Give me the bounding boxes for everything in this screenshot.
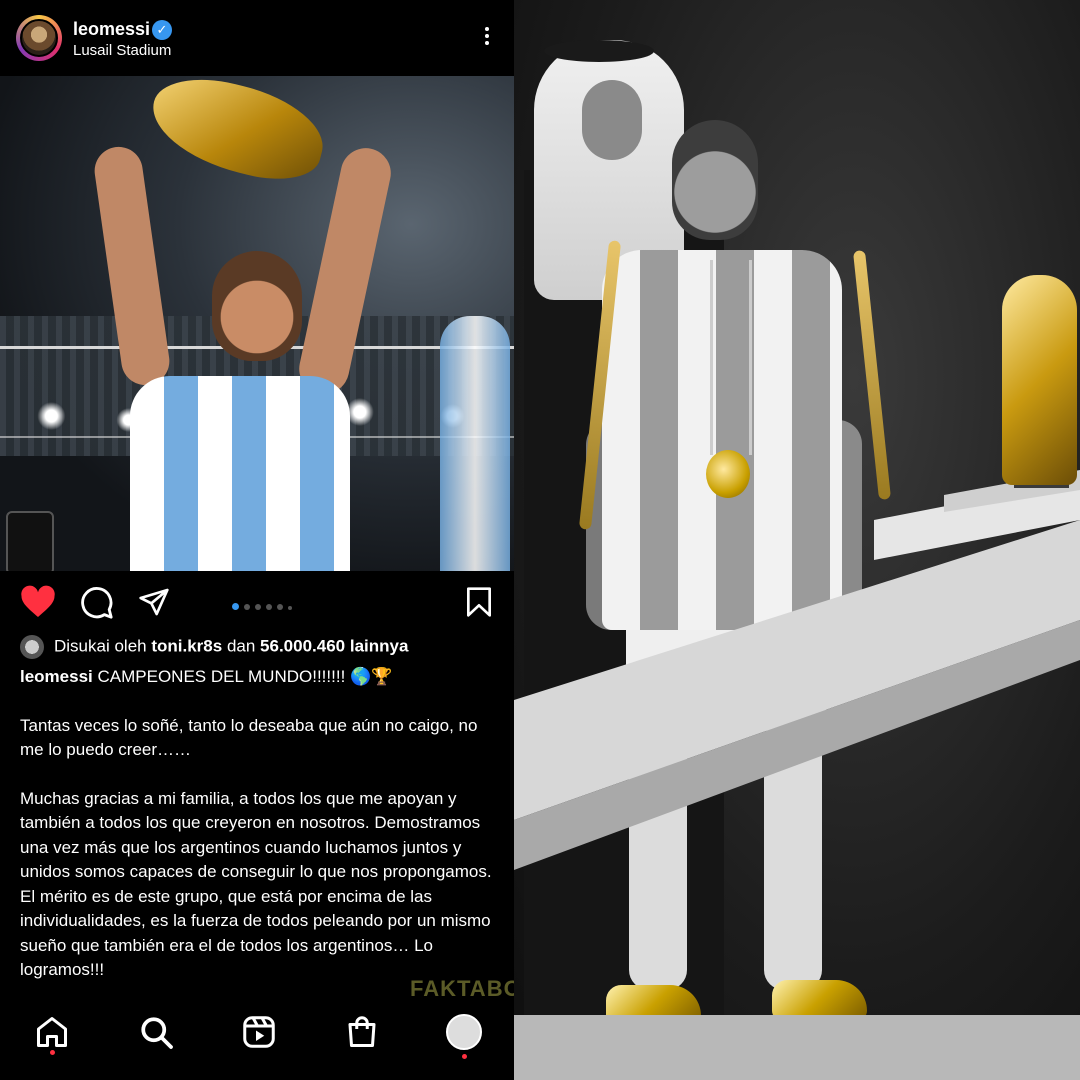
fan-phone	[6, 511, 54, 571]
verified-badge-icon: ✓	[152, 20, 172, 40]
carousel-dot	[288, 606, 292, 610]
caption-paragraph: Tantas veces lo soñé, tanto lo deseaba q…	[20, 715, 478, 760]
likes-middle: dan	[226, 636, 256, 656]
bookmark-icon[interactable]	[465, 586, 493, 618]
profile-icon[interactable]	[446, 1014, 482, 1050]
carousel-indicator	[232, 597, 297, 615]
post-header: leomessi ✓ Lusail Stadium	[0, 0, 514, 76]
comment-icon[interactable]	[80, 586, 114, 620]
search-icon[interactable]	[138, 1014, 174, 1050]
home-notification-dot	[50, 1050, 55, 1055]
liker-avatar	[20, 635, 44, 659]
post-photo[interactable]	[0, 76, 514, 571]
caption-headline: CAMPEONES DEL MUNDO!!!!!!! 🌎🏆	[97, 667, 393, 686]
profile-avatar[interactable]	[16, 15, 62, 61]
heart-filled-icon[interactable]	[20, 585, 56, 619]
likes-prefix: Disukai oleh	[54, 636, 147, 656]
carousel-dot	[244, 604, 250, 610]
stage-floor	[514, 1015, 1080, 1080]
post-actions	[0, 571, 514, 633]
world-cup-trophy-gold	[1002, 275, 1077, 485]
likes-count[interactable]: 56.000.460 lainnya	[260, 636, 408, 655]
carousel-dot	[277, 604, 283, 610]
ceremony-stage-stairs	[514, 470, 1080, 870]
send-icon[interactable]	[137, 586, 171, 618]
world-cup-trophy	[142, 76, 333, 191]
liker-username[interactable]: toni.kr8s	[151, 636, 222, 655]
argentina-jersey	[130, 376, 350, 571]
more-vertical-icon[interactable]	[480, 24, 494, 54]
post-caption: leomessi CAMPEONES DEL MUNDO!!!!!!! 🌎🏆 T…	[20, 665, 505, 1007]
post-username[interactable]: leomessi	[73, 19, 150, 40]
post-location[interactable]: Lusail Stadium	[73, 42, 171, 59]
award-ceremony-photo	[514, 0, 1080, 1080]
teammate-figure	[440, 316, 510, 571]
caption-paragraph: Muchas gracias a mi familia, a todos los…	[20, 788, 492, 980]
bottom-navigation	[0, 1000, 514, 1080]
reels-icon[interactable]	[241, 1014, 277, 1050]
faktabola-watermark: FAKTABOLA	[410, 976, 514, 1001]
player-head	[212, 251, 302, 361]
profile-notification-dot	[462, 1054, 467, 1059]
caption-username[interactable]: leomessi	[20, 667, 93, 686]
shop-icon[interactable]	[344, 1014, 380, 1050]
carousel-dot	[255, 604, 261, 610]
instagram-post-screenshot: leomessi ✓ Lusail Stadium Disukai oleh t…	[0, 0, 514, 1080]
carousel-dot	[232, 603, 239, 610]
likes-summary[interactable]: Disukai oleh toni.kr8s dan 56.000.460 la…	[20, 635, 500, 661]
home-icon[interactable]	[34, 1014, 70, 1050]
carousel-dot	[266, 604, 272, 610]
